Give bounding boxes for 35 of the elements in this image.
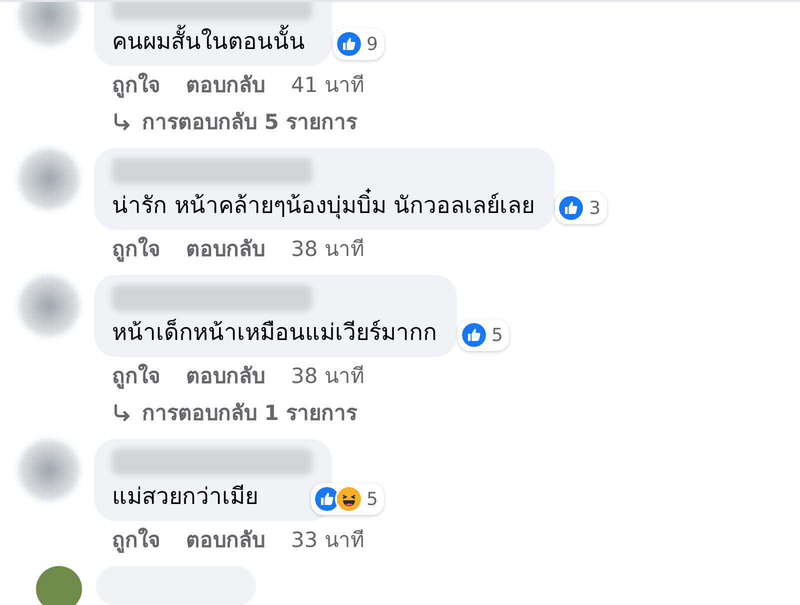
avatar[interactable] <box>18 275 80 337</box>
comment-action-link[interactable]: ถูกใจ <box>112 523 160 556</box>
avatar[interactable] <box>36 566 82 605</box>
reaction-count: 9 <box>366 34 378 54</box>
comment-action-link[interactable]: ถูกใจ <box>112 232 160 265</box>
thumbs-up-icon <box>334 30 363 58</box>
reaction-badge[interactable]: 5 <box>310 483 384 515</box>
reaction-count: 5 <box>492 324 503 346</box>
reply-arrow-icon <box>112 402 132 422</box>
view-replies-link[interactable]: การตอบกลับ 1 รายการ <box>94 392 358 429</box>
thumbs-up-icon <box>460 321 488 349</box>
avatar[interactable] <box>18 439 80 501</box>
comment-action-link[interactable]: ถูกใจ <box>112 68 160 101</box>
avatar[interactable] <box>18 148 80 210</box>
comment-text: แม่สวยกว่าเมีย <box>112 483 259 511</box>
laughing-face-icon <box>334 485 363 513</box>
comment-action-link[interactable]: ตอบกลับ <box>186 359 265 392</box>
view-replies-link[interactable]: การตอบกลับ 5 รายการ <box>94 101 358 138</box>
reaction-count: 3 <box>589 198 601 218</box>
comment-action-link[interactable]: ตอบกลับ <box>186 232 265 265</box>
timestamp[interactable]: 38 นาที <box>291 232 364 265</box>
reaction-badge[interactable]: 9 <box>332 28 384 60</box>
timestamp[interactable]: 41 นาที <box>291 68 364 101</box>
thumbs-up-icon <box>557 194 586 222</box>
comment-text: หน้าเด็กหน้าเหมือนแม่เวียร์มากก <box>112 319 437 347</box>
comment-action-link[interactable]: ถูกใจ <box>112 359 160 392</box>
reaction-badge[interactable]: 3 <box>555 192 607 224</box>
comment-action-link[interactable]: ตอบกลับ <box>186 523 265 556</box>
timestamp[interactable]: 38 นาที <box>291 359 364 392</box>
reaction-badge[interactable]: 5 <box>458 319 509 351</box>
comment-action-link[interactable]: ตอบกลับ <box>186 68 265 101</box>
avatar[interactable] <box>18 2 80 46</box>
timestamp[interactable]: 33 นาที <box>291 523 364 556</box>
reply-arrow-icon <box>112 112 132 132</box>
reaction-count: 5 <box>366 488 378 510</box>
